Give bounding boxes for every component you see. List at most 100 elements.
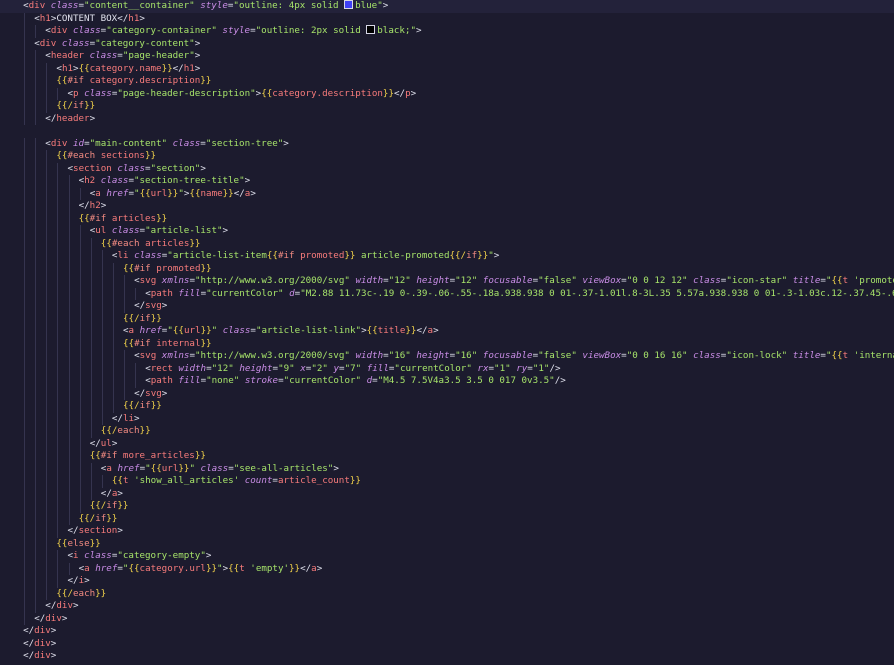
code-line[interactable]: <li class="article-list-item{{#if promot… [0, 250, 894, 263]
color-swatch[interactable] [366, 25, 376, 34]
indent-guide [68, 437, 70, 450]
code-line[interactable]: <div id="main-content" class="section-tr… [0, 137, 894, 150]
indent-guide [112, 400, 114, 413]
code-token-str: "none" [206, 375, 240, 386]
code-line[interactable]: </div> [0, 625, 894, 638]
code-token-punc: </ [117, 12, 129, 24]
code-line[interactable]: <header class="page-header"> [0, 50, 894, 63]
code-line[interactable]: {{#if internal}} [0, 337, 894, 350]
indent-guide [46, 500, 48, 513]
code-token-punc: > [139, 12, 145, 24]
code-line[interactable]: </div> [0, 650, 894, 663]
code-line[interactable]: {{else}} [0, 537, 894, 550]
indent-guide [24, 337, 26, 350]
code-line[interactable]: {{/if}} [0, 500, 894, 513]
code-token-hbs: }} [200, 262, 212, 274]
code-line[interactable]: <a href="{{category.url}}">{{t 'empty'}}… [0, 562, 894, 575]
code-line[interactable]: <rect width="12" height="9" x="2" y="7" … [0, 362, 894, 375]
code-line[interactable]: {{/each}} [0, 587, 894, 600]
code-line[interactable]: </i> [0, 575, 894, 588]
code-token-hbs: }} [156, 212, 168, 224]
code-line[interactable]: <path fill="none" stroke="currentColor" … [0, 375, 894, 388]
code-editor[interactable]: <div class="content__container" style="o… [0, 0, 894, 665]
code-line[interactable]: {{/if}} [0, 512, 894, 525]
indent-guide [57, 475, 59, 488]
indent-guide [79, 300, 81, 313]
code-token-punc: > [117, 525, 123, 536]
code-line[interactable]: <a href="{{url}}" class="article-list-li… [0, 325, 894, 338]
indent-guide [90, 250, 92, 263]
code-line[interactable]: <h1>{{category.name}}</h1> [0, 62, 894, 75]
code-line[interactable]: <h2 class="section-tree-title"> [0, 175, 894, 188]
code-line[interactable]: <ul class="article-list"> [0, 225, 894, 238]
code-line[interactable]: </h2> [0, 200, 894, 213]
code-token-tag: header [50, 50, 85, 61]
code-line[interactable]: <i class="category-empty"> [0, 550, 894, 563]
code-token-punc: > [283, 137, 289, 149]
code-token-hbs: {{ [123, 262, 135, 274]
code-line[interactable]: {{/if}} [0, 400, 894, 413]
code-line[interactable]: <section class="section"> [0, 162, 894, 175]
code-line[interactable]: <div class="content__container" style="o… [0, 0, 894, 13]
indent-guide [46, 487, 48, 500]
indent-guide [35, 175, 37, 188]
indent-guide [46, 225, 48, 238]
code-line[interactable]: {{t 'show_all_articles' count=article_co… [0, 475, 894, 488]
code-line[interactable]: </a> [0, 487, 894, 500]
indent-guide [57, 325, 59, 338]
code-line[interactable]: <div class="category-content"> [0, 37, 894, 50]
code-line[interactable]: </svg> [0, 300, 894, 313]
code-line[interactable]: {{#if category.description}} [0, 75, 894, 88]
code-token-tag: promoted [300, 250, 345, 261]
code-line[interactable]: <a href="{{url}}" class="see-all-article… [0, 462, 894, 475]
indent-guide [24, 200, 26, 213]
indent-guide [24, 600, 26, 613]
code-line[interactable]: <svg xmlns="http://www.w3.org/2000/svg" … [0, 350, 894, 363]
code-line[interactable]: </svg> [0, 387, 894, 400]
code-line[interactable]: </div> [0, 612, 894, 625]
code-line[interactable]: {{#if articles}} [0, 212, 894, 225]
code-line[interactable]: </header> [0, 112, 894, 125]
indent-guide [35, 162, 37, 175]
code-line[interactable]: {{/if}} [0, 312, 894, 325]
code-line[interactable]: {{/if}} [0, 100, 894, 113]
indent-guide [68, 275, 70, 288]
code-line[interactable]: <a href="{{url}}">{{name}}</a> [0, 187, 894, 200]
code-line[interactable]: {{/each}} [0, 425, 894, 438]
code-token-punc: > [410, 87, 417, 99]
code-token-attr: style [200, 0, 228, 11]
code-line[interactable]: {{#if promoted}} [0, 262, 894, 275]
code-line[interactable] [0, 125, 894, 138]
code-line[interactable]: </ul> [0, 437, 894, 450]
code-token-attr: href [106, 187, 129, 199]
code-token-str: "main-content" [89, 137, 168, 149]
code-line-content: </i> [68, 575, 90, 588]
code-line-content: <ul class="article-list"> [90, 225, 228, 238]
code-line-content: {{/each}} [101, 425, 151, 438]
indent-guide [57, 437, 59, 450]
code-token-tag: li [122, 412, 135, 424]
code-token-attr: class [172, 137, 201, 149]
code-line[interactable]: </div> [0, 638, 894, 651]
code-line[interactable]: </li> [0, 412, 894, 425]
code-line[interactable]: <div class="category-container" style="o… [0, 25, 894, 38]
code-token-hbs: }} [222, 187, 234, 199]
code-line[interactable]: <path fill="currentColor" d="M2.88 11.73… [0, 287, 894, 300]
code-line-content: <h1>CONTENT BOX</h1> [34, 13, 145, 26]
code-line[interactable]: </div> [0, 600, 894, 613]
code-line[interactable]: <p class="page-header-description">{{cat… [0, 87, 894, 100]
color-swatch[interactable] [344, 0, 354, 9]
code-line[interactable]: <h1>CONTENT BOX</h1> [0, 12, 894, 26]
indent-guide [68, 237, 70, 250]
code-line[interactable]: {{#if more_articles}} [0, 450, 894, 463]
code-line[interactable]: <svg xmlns="http://www.w3.org/2000/svg" … [0, 275, 894, 288]
indent-guide [112, 350, 114, 363]
indent-guide [24, 437, 26, 450]
code-token-kw: if [95, 512, 107, 524]
code-token-text: CONTENT BOX [56, 12, 118, 24]
code-token-punc: </ [134, 387, 146, 399]
code-line[interactable]: {{#each articles}} [0, 237, 894, 250]
code-line[interactable]: </section> [0, 525, 894, 538]
code-line[interactable]: {{#each sections}} [0, 150, 894, 163]
code-token-punc: > [333, 462, 339, 474]
